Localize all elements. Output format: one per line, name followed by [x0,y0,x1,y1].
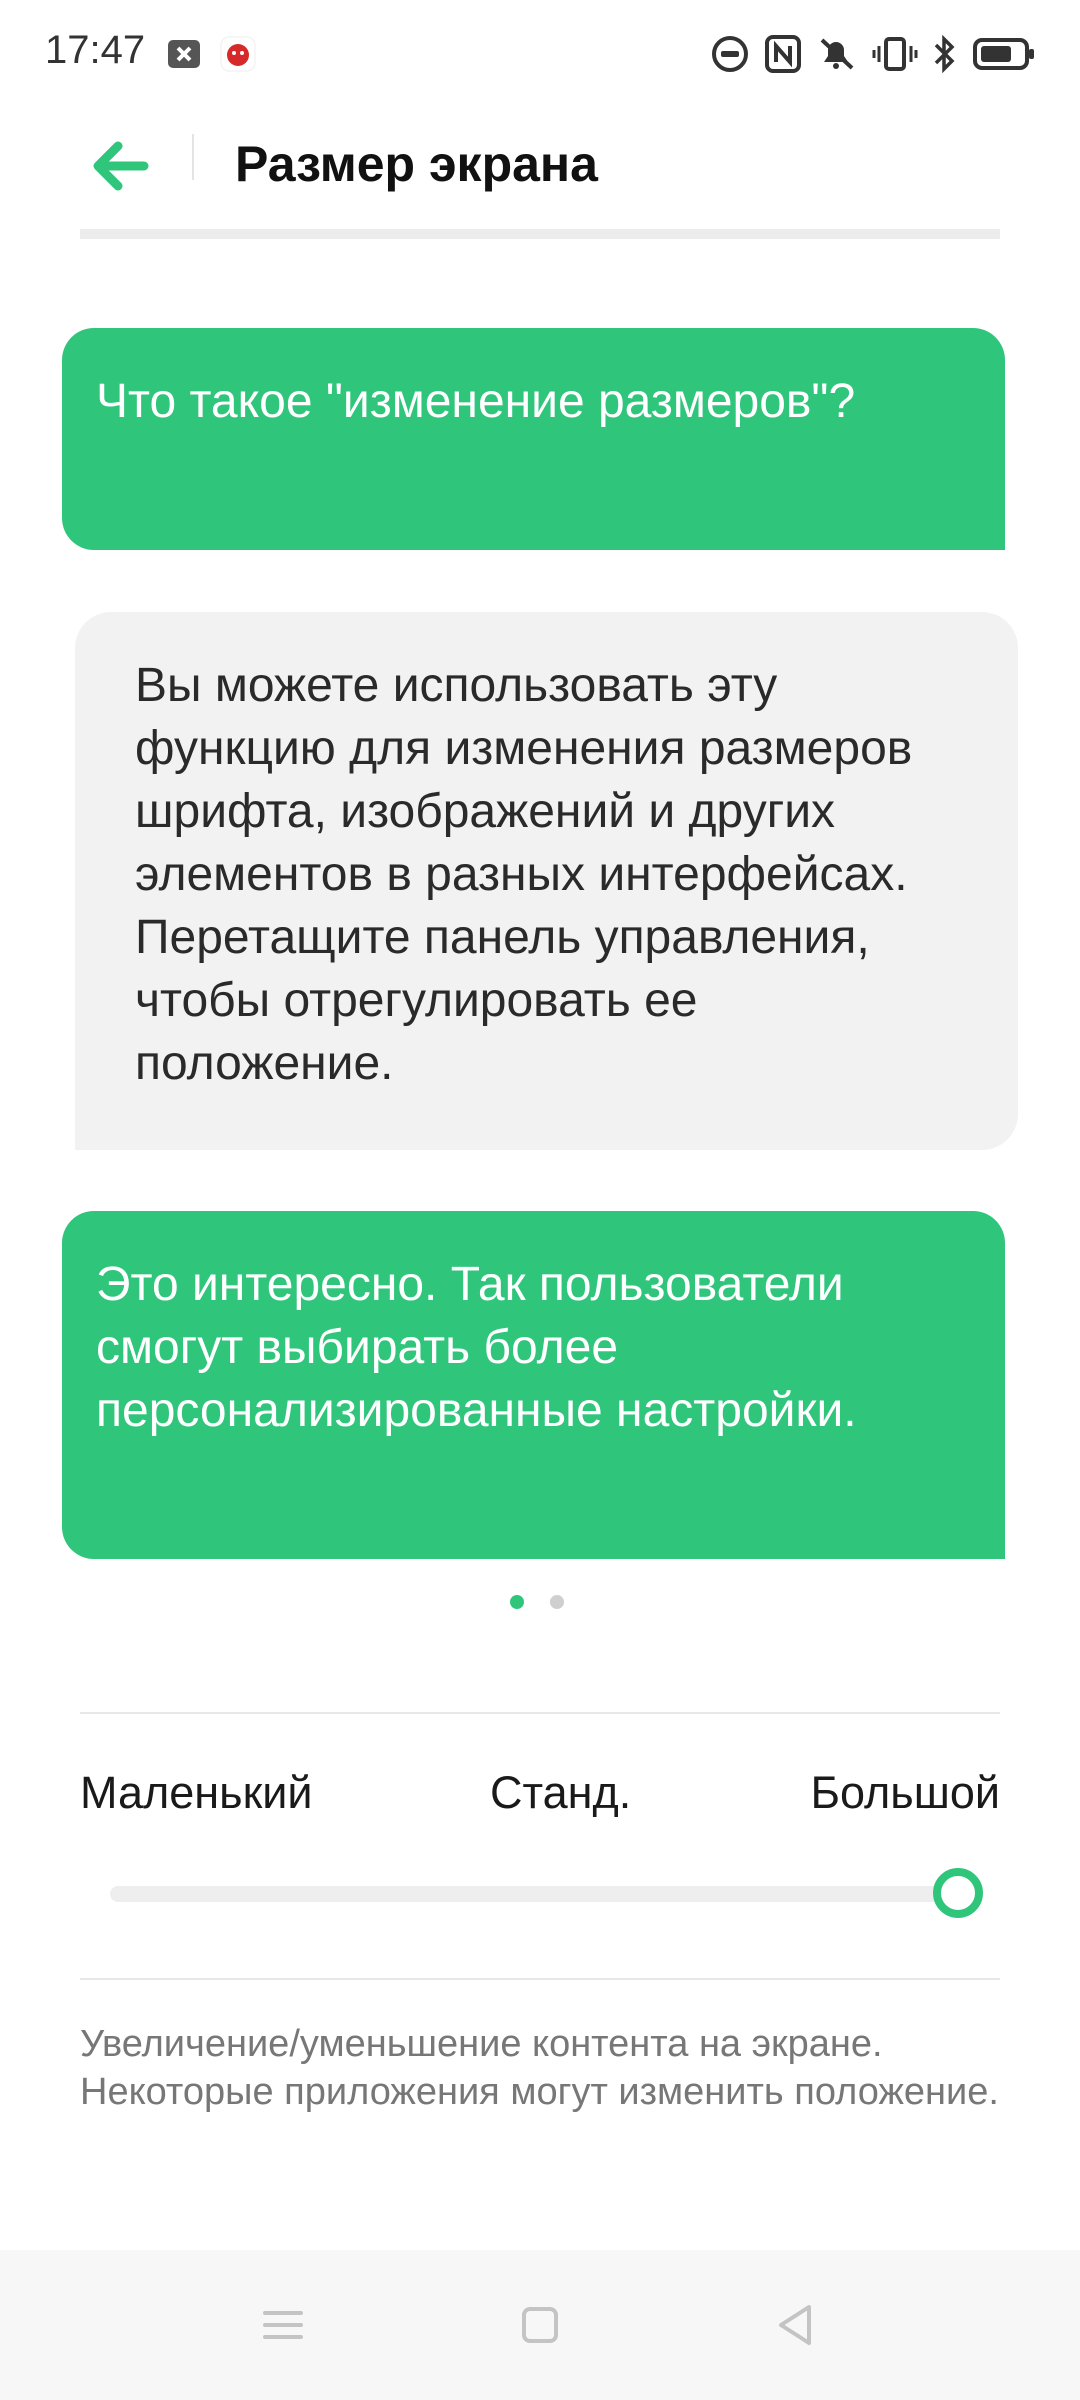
status-bar: 17:47 [0,0,1080,106]
app-toolbar: Размер экрана [0,106,1080,226]
menu-icon[interactable] [253,2295,313,2355]
system-nav-bar [0,2250,1080,2400]
size-label-standard: Станд. [490,1767,632,1818]
battery-icon [972,34,1036,74]
page-dot-2[interactable] [550,1595,564,1609]
home-icon[interactable] [510,2295,570,2355]
page-title: Размер экрана [235,136,598,192]
slider-thumb[interactable] [933,1868,983,1918]
page-indicator [510,1595,564,1609]
bluetooth-icon [932,33,958,75]
size-label-large: Большой [810,1767,1000,1818]
back-triangle-icon[interactable] [765,2295,825,2355]
do-not-disturb-icon [710,34,750,74]
reaction-bubble: Это интересно. Так пользователи смогут в… [62,1211,1005,1559]
size-label-small: Маленький [80,1767,313,1818]
page-dot-1[interactable] [510,1595,524,1609]
screen-size-slider[interactable] [110,1886,958,1902]
section-divider [80,1712,1000,1714]
description-text: Увеличение/уменьшение контента на экране… [80,2023,999,2113]
app-notification-icon [220,36,256,72]
vibrate-icon [872,34,918,74]
toolbar-divider [192,134,194,180]
answer-bubble: Вы можете использовать эту функцию для и… [75,612,1018,1150]
status-time: 17:47 [45,28,146,72]
arrow-left-icon[interactable] [82,128,158,204]
section-divider [80,1978,1000,1980]
mute-icon [816,34,858,74]
system-icons [710,28,1036,80]
close-box-icon [166,36,202,72]
question-bubble: Что такое "изменение размеров"? [62,328,1005,550]
header-divider [80,229,1000,239]
nfc-icon [764,34,802,74]
